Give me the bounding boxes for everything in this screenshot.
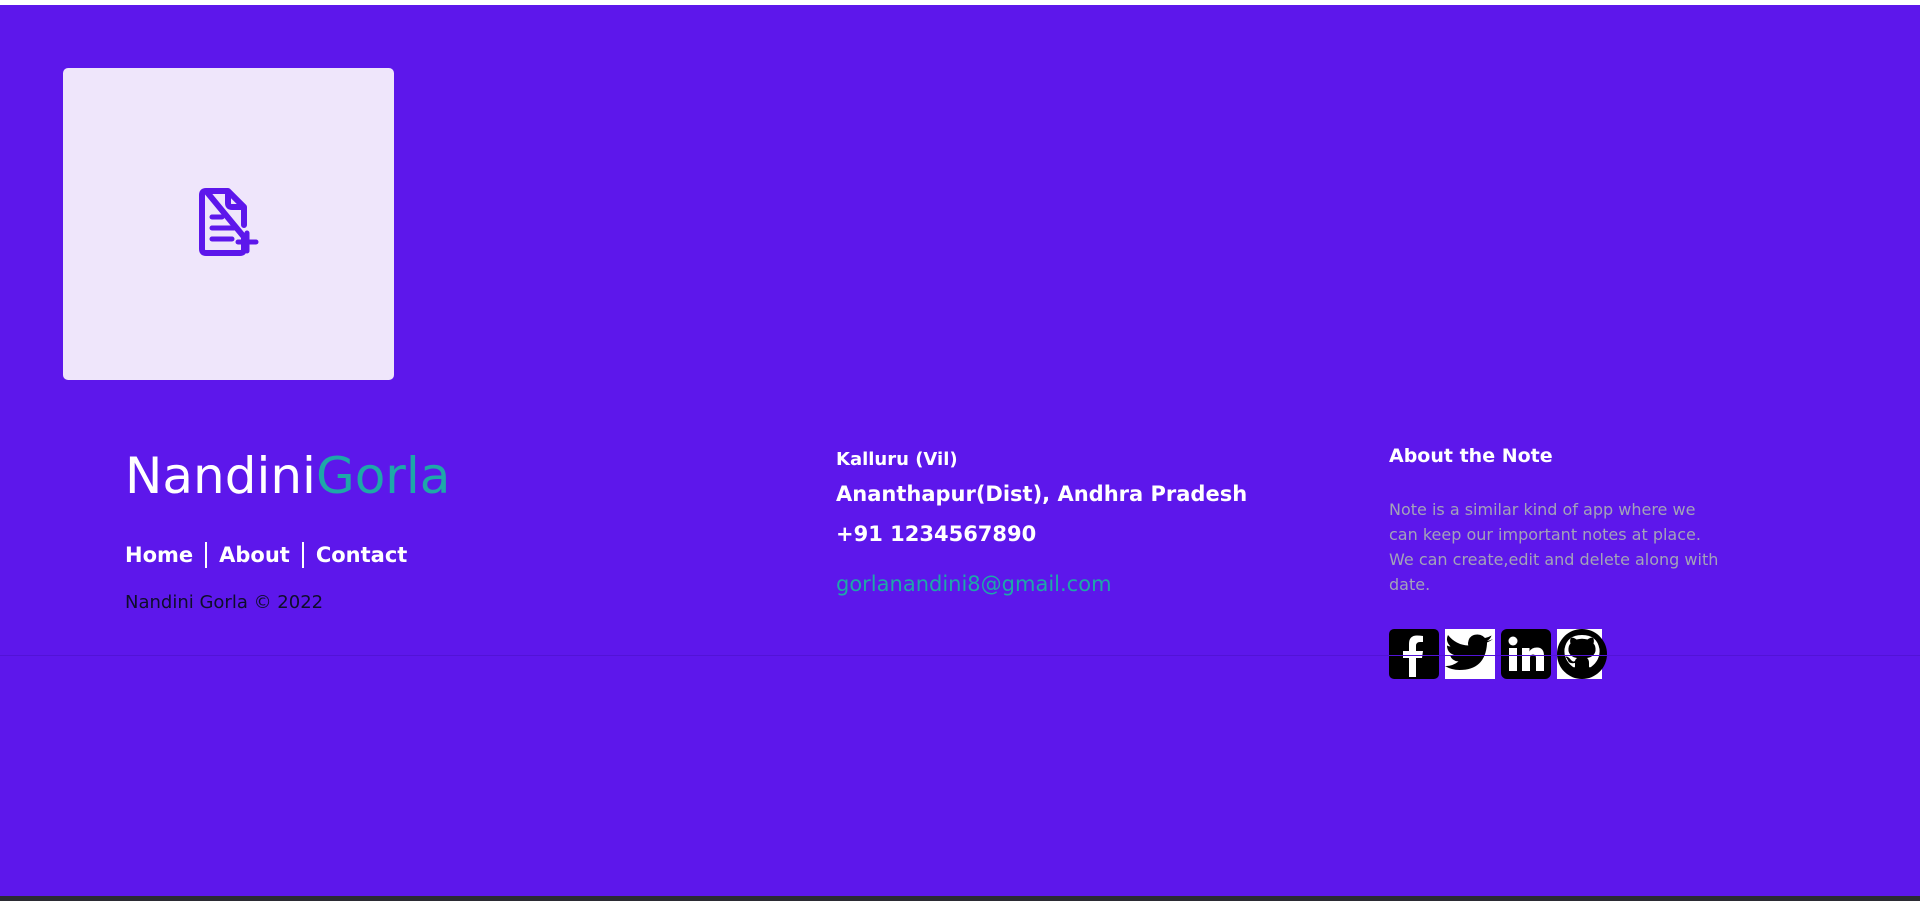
linkedin-icon[interactable] [1501,629,1551,679]
brand-first-name: Nandini [125,447,316,505]
footer-divider [0,655,1920,656]
social-links [1389,629,1729,679]
address-village: Kalluru (Vil) [836,449,958,470]
about-section: About the Note Note is a similar kind of… [1389,443,1729,679]
footer-brand: NandiniGorla [125,448,450,504]
nav-divider [301,542,304,568]
nav-link-contact[interactable]: Contact [316,543,408,567]
top-border [0,0,1920,5]
nav-link-home[interactable]: Home [125,543,193,567]
twitter-icon[interactable] [1445,629,1495,679]
nav-divider [205,542,208,568]
document-plus-icon [198,187,260,261]
github-icon[interactable] [1557,629,1607,679]
nav-link-about[interactable]: About [219,543,290,567]
contact-info: Kalluru (Vil) Ananthapur(Dist), Andhra P… [836,448,1247,598]
facebook-icon[interactable] [1389,629,1439,679]
copyright-text: Nandini Gorla © 2022 [125,592,324,613]
brand-last-name: Gorla [315,447,451,505]
email-link[interactable]: gorlanandini8@gmail.com [836,570,1247,598]
bottom-border [0,896,1920,901]
phone-number: +91 1234567890 [836,522,1037,546]
address-district: Ananthapur(Dist), Andhra Pradesh [836,482,1248,506]
footer-nav: Home About Contact [125,542,407,568]
about-heading: About the Note [1389,445,1553,467]
add-note-button[interactable] [63,68,394,380]
about-description: Note is a similar kind of app where we c… [1389,500,1719,594]
